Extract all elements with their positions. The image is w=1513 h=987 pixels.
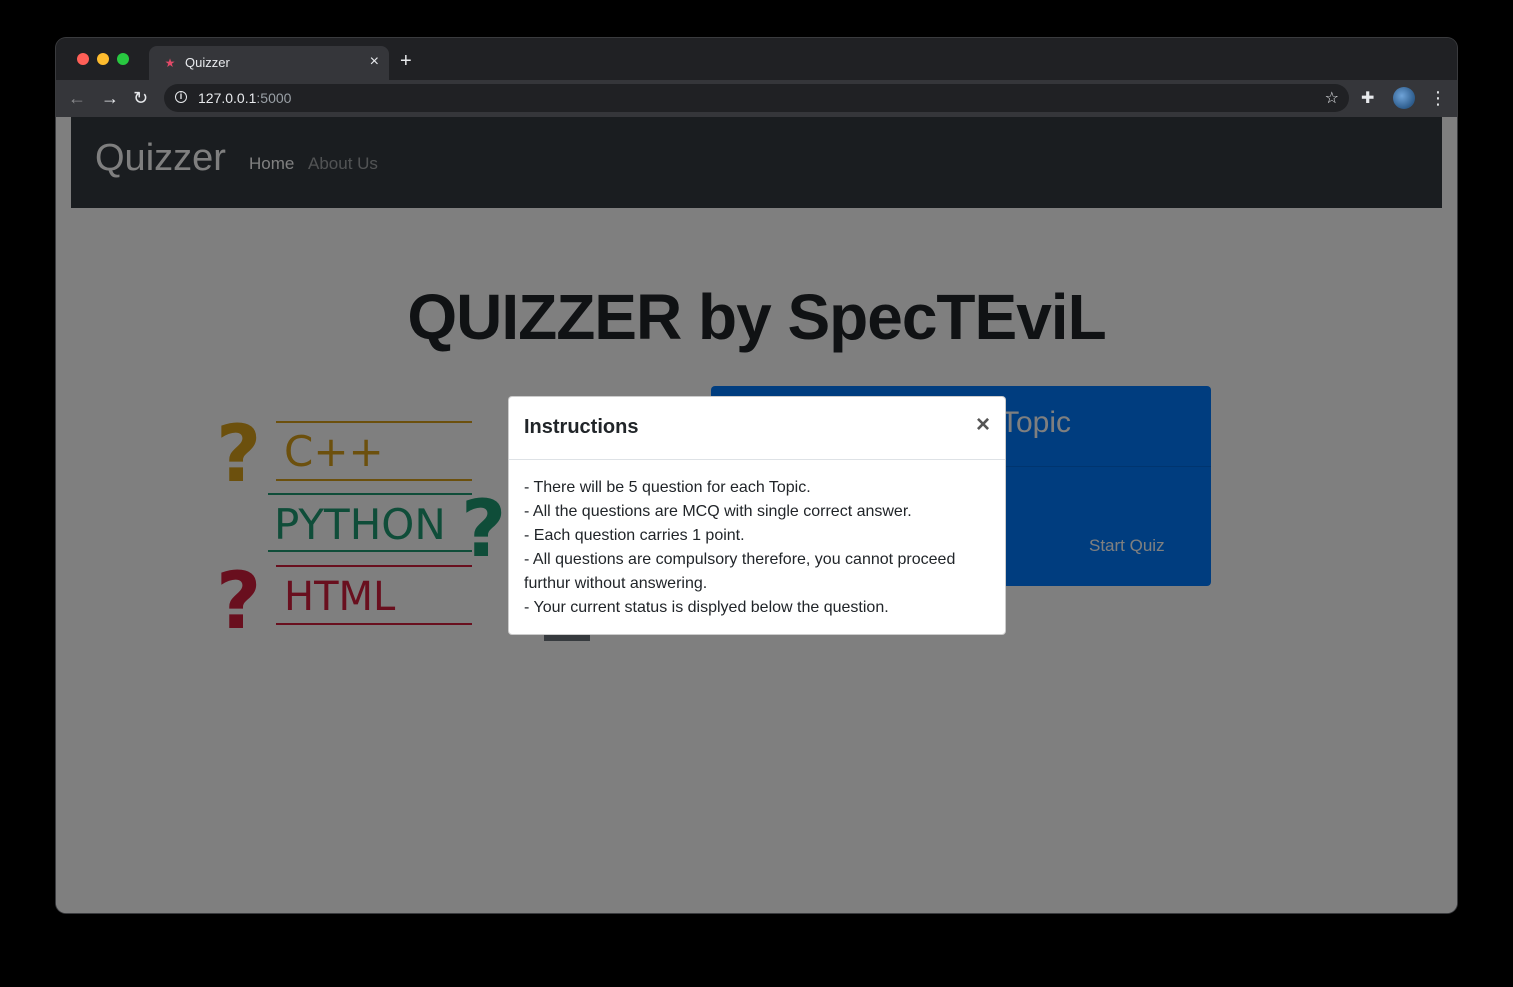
instruction-line: - All questions are compulsory therefore… — [524, 551, 956, 592]
instructions-modal: Instructions × - There will be 5 questio… — [508, 396, 1006, 635]
browser-menu-icon[interactable]: ⋮ — [1429, 86, 1447, 110]
browser-window: ★ Quizzer × + ← → ↻ i 127.0.0.1:5000 ☆ ✚… — [56, 38, 1457, 913]
modal-body: - There will be 5 question for each Topi… — [524, 476, 990, 620]
instruction-line: - All the questions are MCQ with single … — [524, 503, 912, 520]
modal-title: Instructions — [524, 416, 639, 438]
instruction-line: - There will be 5 question for each Topi… — [524, 479, 811, 496]
favicon-icon: ★ — [164, 56, 176, 70]
instruction-line: - Each question carries 1 point. — [524, 527, 745, 544]
address-bar[interactable]: i 127.0.0.1:5000 ☆ — [164, 84, 1349, 112]
url-port: :5000 — [256, 90, 292, 106]
tab-close-icon[interactable]: × — [370, 53, 379, 71]
site-info-icon[interactable]: i — [175, 91, 187, 103]
reload-button[interactable]: ↻ — [133, 86, 148, 110]
close-icon[interactable]: × — [976, 413, 990, 437]
bookmark-star-icon[interactable]: ☆ — [1325, 88, 1339, 108]
back-button[interactable]: ← — [68, 86, 86, 110]
browser-tab[interactable]: ★ Quizzer × — [149, 46, 389, 80]
instruction-line: - Your current status is displyed below … — [524, 599, 889, 616]
close-window-button[interactable] — [77, 53, 89, 65]
new-tab-button[interactable]: + — [400, 50, 412, 72]
forward-button[interactable]: → — [101, 86, 119, 110]
browser-toolbar: ← → ↻ i 127.0.0.1:5000 ☆ ✚ ⋮ — [56, 80, 1457, 117]
modal-header: Instructions × — [509, 397, 1005, 460]
url-host: 127.0.0.1 — [198, 90, 257, 106]
extensions-icon[interactable]: ✚ — [1361, 88, 1374, 108]
minimize-window-button[interactable] — [97, 53, 109, 65]
page-viewport: Quizzer Home About Us QUIZZER by SpecTEv… — [56, 117, 1457, 913]
tab-title: Quizzer — [185, 55, 230, 70]
url-text: 127.0.0.1:5000 — [198, 90, 291, 106]
profile-avatar[interactable] — [1393, 87, 1415, 109]
zoom-window-button[interactable] — [117, 53, 129, 65]
title-bar: ★ Quizzer × + — [56, 38, 1457, 80]
